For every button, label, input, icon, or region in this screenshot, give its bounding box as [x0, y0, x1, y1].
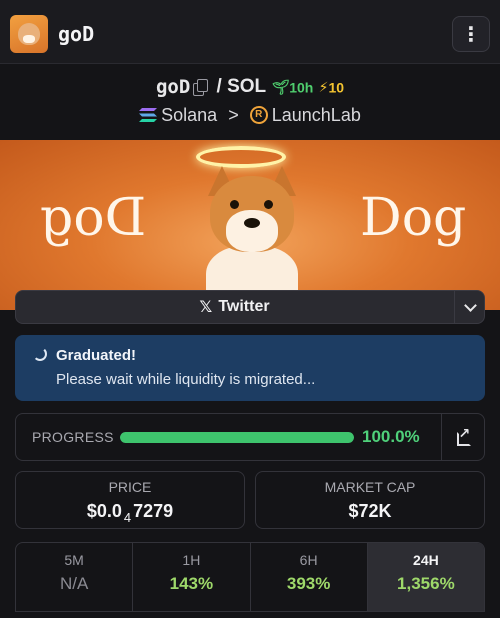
progress-bar-fill [120, 432, 354, 443]
market-cap-card: MARKET CAP $72K [255, 471, 485, 529]
external-link-icon [456, 425, 471, 446]
progress-value: 100.0% [362, 427, 420, 446]
shiba-dog-illustration [206, 166, 298, 310]
tab-5m[interactable]: 5M N/A [16, 543, 134, 611]
loading-spinner-icon [33, 347, 47, 361]
change-5m: N/A [59, 574, 89, 593]
alert-title: Graduated! [56, 347, 137, 364]
change-6h: 393% [286, 574, 331, 593]
launchlab-icon: R [249, 106, 268, 125]
progress-label: PROGRESS [32, 429, 114, 445]
breadcrumb: Solana > R LaunchLab [0, 104, 500, 126]
chevron-down-icon [463, 298, 477, 312]
twitter-button[interactable]: 𝕏 Twitter [16, 291, 453, 323]
price-zero-count: 4 [123, 510, 132, 525]
sprout-icon: 🌱︎ [271, 78, 290, 95]
twitter-label: Twitter [218, 298, 270, 315]
copy-icon[interactable] [193, 79, 209, 96]
x-logo-icon: 𝕏 [199, 299, 213, 316]
market-cap-value: $72K [348, 501, 392, 521]
price-value: $0.0 4 7279 [86, 501, 174, 525]
solana-icon [139, 108, 158, 123]
chain-link[interactable]: Solana [161, 105, 217, 125]
price-card: PRICE $0.0 4 7279 [15, 471, 245, 529]
banner-word-mirrored: Dog [40, 188, 147, 248]
bonding-progress-panel: PROGRESS 100.0% [15, 413, 485, 461]
halo-shape [196, 146, 286, 168]
token-symbol: goD [155, 76, 191, 98]
boost-badge[interactable]: ⚡︎10 [318, 78, 344, 96]
pair-title: goD / SOL 🌱︎10h ⚡︎10 [0, 76, 500, 98]
market-cap-label: MARKET CAP [324, 479, 416, 495]
token-banner-image: Dog Dog [0, 140, 500, 310]
price-label: PRICE [108, 479, 152, 495]
social-links-bar: 𝕏 Twitter [15, 290, 485, 324]
dex-link[interactable]: LaunchLab [272, 105, 361, 125]
token-avatar [10, 15, 48, 53]
banner-word: Dog [360, 188, 467, 248]
age-badge: 🌱︎10h [271, 78, 314, 96]
open-external-button[interactable] [441, 414, 485, 460]
change-1h: 143% [169, 574, 214, 593]
change-24h: 1,356% [397, 574, 455, 593]
more-links-toggle[interactable] [454, 291, 485, 323]
token-name-title: goD [58, 22, 95, 46]
tab-6h[interactable]: 6H 393% [251, 543, 368, 611]
breadcrumb-separator: > [228, 104, 239, 125]
tab-24h[interactable]: 24H 1,356% [367, 543, 484, 611]
progress-bar [120, 432, 354, 443]
pair-separator: / [216, 76, 222, 97]
more-menu-button[interactable]: ⋮ [452, 16, 490, 52]
vertical-ellipsis-icon: ⋮ [461, 23, 481, 46]
alert-message: Please wait while liquidity is migrated.… [56, 371, 316, 388]
tab-1h[interactable]: 1H 143% [133, 543, 251, 611]
graduated-alert: Graduated! Please wait while liquidity i… [15, 335, 485, 401]
quote-symbol: SOL [227, 76, 267, 97]
lightning-icon: ⚡︎ [318, 78, 329, 95]
timeframe-tabs: 5M N/A 1H 143% 6H 393% 24H 1,356% [15, 542, 485, 612]
top-bar: goD ⋮ [0, 0, 500, 64]
